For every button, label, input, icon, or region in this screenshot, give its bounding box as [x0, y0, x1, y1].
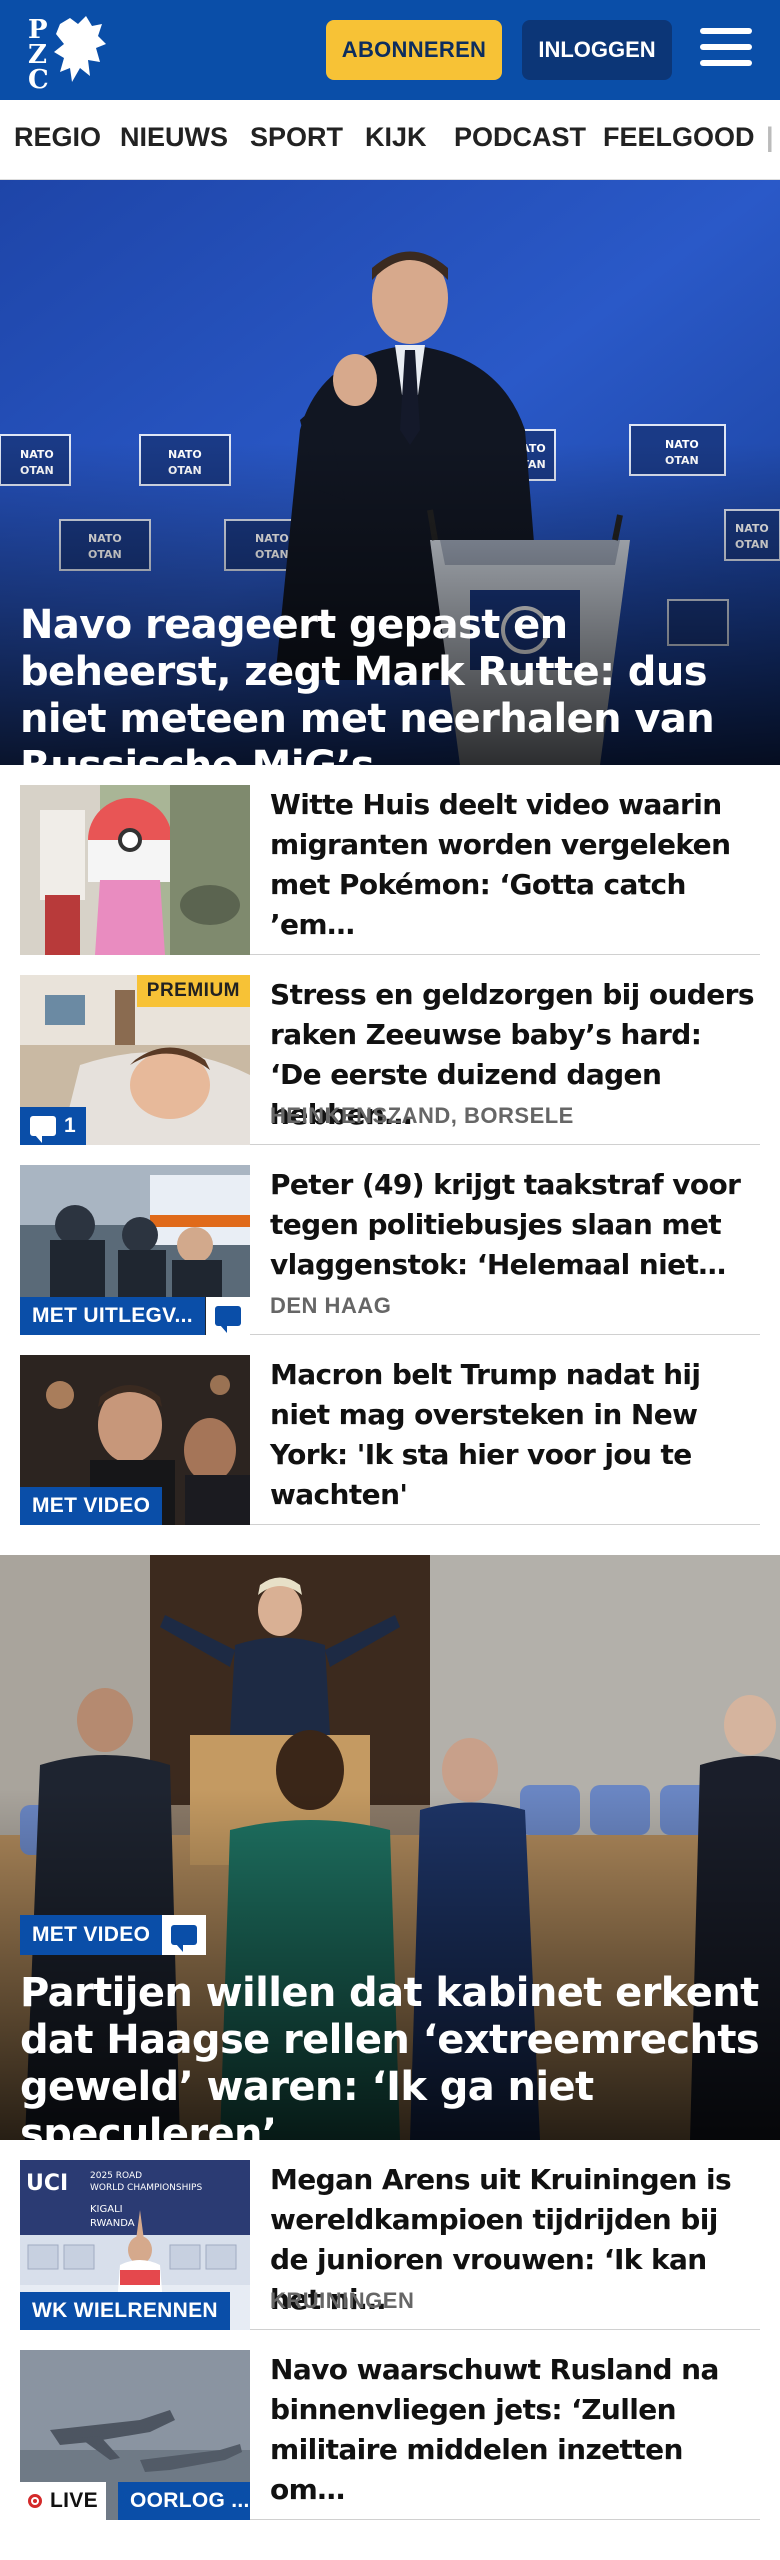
video-tag[interactable]: MET VIDEO [20, 1915, 163, 1955]
video-tag[interactable]: MET VIDEO [20, 1487, 163, 1525]
location-label: KRUININGEN [270, 2288, 415, 2313]
nav-item-nieuws[interactable]: NIEUWS [120, 122, 228, 153]
svg-text:C: C [28, 65, 49, 90]
svg-text:RWANDA: RWANDA [90, 2218, 135, 2229]
svg-text:KIGALI: KIGALI [90, 2204, 123, 2215]
thumb-witte-huis [20, 785, 250, 955]
location-label: DEN HAAG [270, 1293, 392, 1318]
premium-badge: PREMIUM [136, 975, 250, 1007]
nav-item-sport[interactable]: SPORT [250, 122, 343, 153]
thumb-macron: MET VIDEO [20, 1355, 250, 1525]
top-bar: P Z C ABONNEREN INLOGGEN [0, 0, 780, 100]
uci-banner-text: UCI [26, 2171, 68, 2196]
live-badge[interactable]: LIVE [20, 2482, 106, 2520]
lead-story-partijen[interactable]: MET VIDEO Partijen willen dat kabinet er… [0, 1555, 780, 2140]
uitleg-video-tag[interactable]: MET UITLEGV... [20, 1297, 205, 1335]
list-item-witte-huis[interactable]: Witte Huis deelt video waarin migranten … [20, 765, 760, 955]
list-item-stress-geldzorgen[interactable]: PREMIUM 1 Stress en geldzorgen bij ouder… [20, 955, 760, 1145]
thumb-politie: MET UITLEGV... [20, 1165, 250, 1335]
comment-icon [171, 1925, 197, 1952]
login-button[interactable]: INLOGGEN [522, 20, 672, 80]
title-macron-trump[interactable]: Macron belt Trump nadat hij niet mag ove… [270, 1355, 760, 1515]
comment-badge[interactable] [206, 1297, 250, 1335]
nav-overflow-indicator: | [766, 122, 774, 152]
comment-icon [30, 1116, 56, 1143]
nav-item-kijk[interactable]: KIJK [365, 122, 427, 153]
list-item-peter-taakstraf[interactable]: MET UITLEGV... Peter (49) krijgt taakstr… [20, 1145, 760, 1335]
oorlog-tag[interactable]: OORLOG ... [118, 2482, 250, 2520]
live-label: LIVE [50, 2489, 98, 2512]
subscribe-button[interactable]: ABONNEREN [326, 20, 502, 80]
list-item-megan-arens[interactable]: UCI 2025 ROAD WORLD CHAMPIONSHIPS KIGALI… [20, 2140, 760, 2330]
lead-headline-rutte[interactable]: Navo reageert gepast en beheerst, zegt M… [20, 602, 760, 765]
live-dot-icon [28, 2494, 42, 2508]
thumb-baby: PREMIUM 1 [20, 975, 250, 1145]
nav-item-regio[interactable]: REGIO [14, 122, 101, 153]
wielrennen-tag[interactable]: WK WIELRENNEN [20, 2292, 230, 2330]
lead-story-rutte[interactable]: NATOOTAN NATOOTAN NATOOTAN NATOOTAN NATO… [0, 180, 780, 765]
lead-headline-partijen[interactable]: Partijen willen dat kabinet erkent dat H… [20, 1970, 760, 2140]
comment-icon [215, 1306, 241, 1333]
title-peter-taakstraf[interactable]: Peter (49) krijgt taakstraf voor tegen p… [270, 1165, 760, 1285]
location-label: HEINKENSZAND, BORSELE [270, 1103, 574, 1128]
svg-text:2025 ROAD: 2025 ROAD [90, 2171, 142, 2181]
list-item-macron-trump[interactable]: MET VIDEO Macron belt Trump nadat hij ni… [20, 1335, 760, 1525]
section-nav: REGIO NIEUWS SPORT KIJK PODCAST FEELGOOD… [0, 100, 780, 180]
pzc-logo[interactable]: P Z C [26, 10, 116, 95]
title-witte-huis[interactable]: Witte Huis deelt video waarin migranten … [270, 785, 760, 945]
list-item-navo-rusland[interactable]: LIVE OORLOG ... Navo waarschuwt Rusland … [20, 2330, 760, 2520]
svg-text:WORLD CHAMPIONSHIPS: WORLD CHAMPIONSHIPS [90, 2183, 202, 2193]
thumb-jets: LIVE OORLOG ... [20, 2350, 250, 2520]
nav-item-podcast[interactable]: PODCAST [454, 122, 586, 153]
title-navo-rusland[interactable]: Navo waarschuwt Rusland na binnenvliegen… [270, 2350, 760, 2510]
thumb-wielrennen: UCI 2025 ROAD WORLD CHAMPIONSHIPS KIGALI… [20, 2160, 250, 2330]
nav-item-feelgood[interactable]: FEELGOOD [603, 122, 755, 153]
comment-count-badge[interactable]: 1 [20, 1107, 86, 1145]
comment-count: 1 [64, 1114, 76, 1137]
menu-icon[interactable] [700, 28, 752, 72]
comment-badge[interactable] [162, 1915, 206, 1955]
